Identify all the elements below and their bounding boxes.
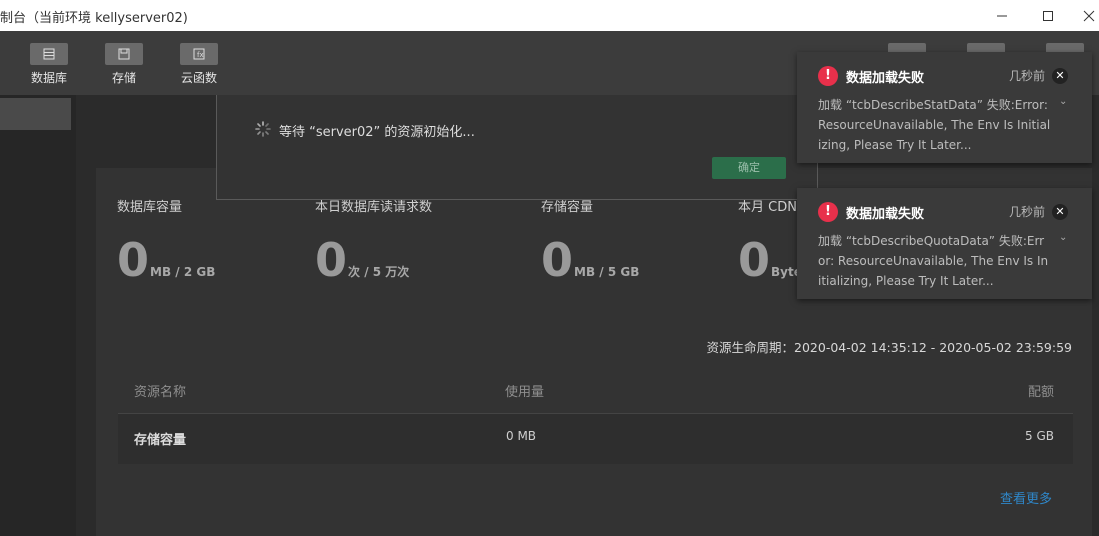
stat-unit: 次 / 5 万次 [348,265,410,279]
function-icon: fx [193,48,205,60]
close-window-button[interactable] [1066,0,1099,31]
window-title: 制台（当前环境 kellyserver02) [0,11,188,26]
stat-cdn: 本月 CDN 0Byte [738,196,802,287]
stat-value: 0 [117,233,150,287]
error-toast: ! 数据加载失败 几秒前 ✕ 加载 “tcbDescribeStatData” … [797,52,1092,163]
toast-title: 数据加载失败 [846,207,925,222]
header-name: 资源名称 [134,385,187,400]
init-modal: 等待 “server02” 的资源初始化... 确定 [216,95,818,200]
row-name: 存储容量 [134,433,187,448]
view-more-link[interactable]: 查看更多 [1000,488,1052,507]
error-icon: ! [818,66,838,86]
header-quota: 配额 [1027,385,1054,400]
toast-body: 加载 “tcbDescribeStatData” 失败:Error: Resou… [818,98,1051,152]
stat-db-capacity: 数据库容量 0MB / 2 GB [117,196,215,287]
sidebar [0,95,76,536]
modal-message: 等待 “server02” 的资源初始化... [279,125,475,140]
toolbar-storage-label: 存储 [111,71,136,85]
maximize-icon [1043,10,1053,21]
stat-value: 0 [738,233,771,287]
stat-unit: MB / 5 GB [574,265,640,279]
row-usage: 0 MB [506,429,537,443]
sidebar-item-selected[interactable] [0,98,71,130]
error-icon: ! [818,202,838,222]
storage-icon [118,48,130,60]
stat-storage-capacity: 存储容量 0MB / 5 GB [541,196,639,287]
minimize-button[interactable] [979,0,1025,31]
resource-table: 资源名称 使用量 配额 存储容量 0 MB 5 GB [118,366,1073,464]
loading-spinner-icon [255,121,271,137]
stat-value: 0 [315,233,348,287]
confirm-button[interactable]: 确定 [712,157,786,179]
toolbar-function-label: 云函数 [180,71,217,85]
toast-body: 加载 “tcbDescribeQuotaData” 失败:Error: Reso… [818,234,1049,288]
row-quota: 5 GB [1025,429,1054,443]
toast-time: 几秒前 [1009,205,1046,219]
toolbar-storage-button[interactable]: 存储 [94,43,154,86]
header-usage: 使用量 [505,385,545,400]
database-icon [43,48,55,60]
error-toast: ! 数据加载失败 几秒前 ✕ 加载 “tcbDescribeQuotaData”… [797,188,1092,299]
resource-lifecycle: 资源生命周期：2020-04-02 14:35:12 - 2020-05-02 … [706,340,1072,355]
maximize-button[interactable] [1025,0,1071,31]
svg-text:fx: fx [197,51,204,59]
chevron-down-icon[interactable]: ⌄ [1059,232,1067,243]
table-row: 存储容量 0 MB 5 GB [118,414,1073,464]
toast-time: 几秒前 [1009,69,1046,83]
table-header: 资源名称 使用量 配额 [118,366,1073,414]
chevron-down-icon[interactable]: ⌄ [1059,96,1067,107]
toolbar-database-label: 数据库 [30,71,67,85]
toast-title: 数据加载失败 [846,71,925,86]
toolbar-database-button[interactable]: 数据库 [19,43,79,86]
close-icon [1083,10,1095,21]
close-icon[interactable]: ✕ [1052,68,1068,84]
toolbar-function-button[interactable]: fx 云函数 [169,43,229,86]
stat-db-reads: 本日数据库读请求数 0次 / 5 万次 [315,196,432,287]
stat-unit: MB / 2 GB [150,265,216,279]
title-bar: 制台（当前环境 kellyserver02) [0,0,1099,31]
stat-label: 数据库容量 [117,200,183,215]
close-icon[interactable]: ✕ [1052,204,1068,220]
stat-value: 0 [541,233,574,287]
minimize-icon [997,15,1007,16]
